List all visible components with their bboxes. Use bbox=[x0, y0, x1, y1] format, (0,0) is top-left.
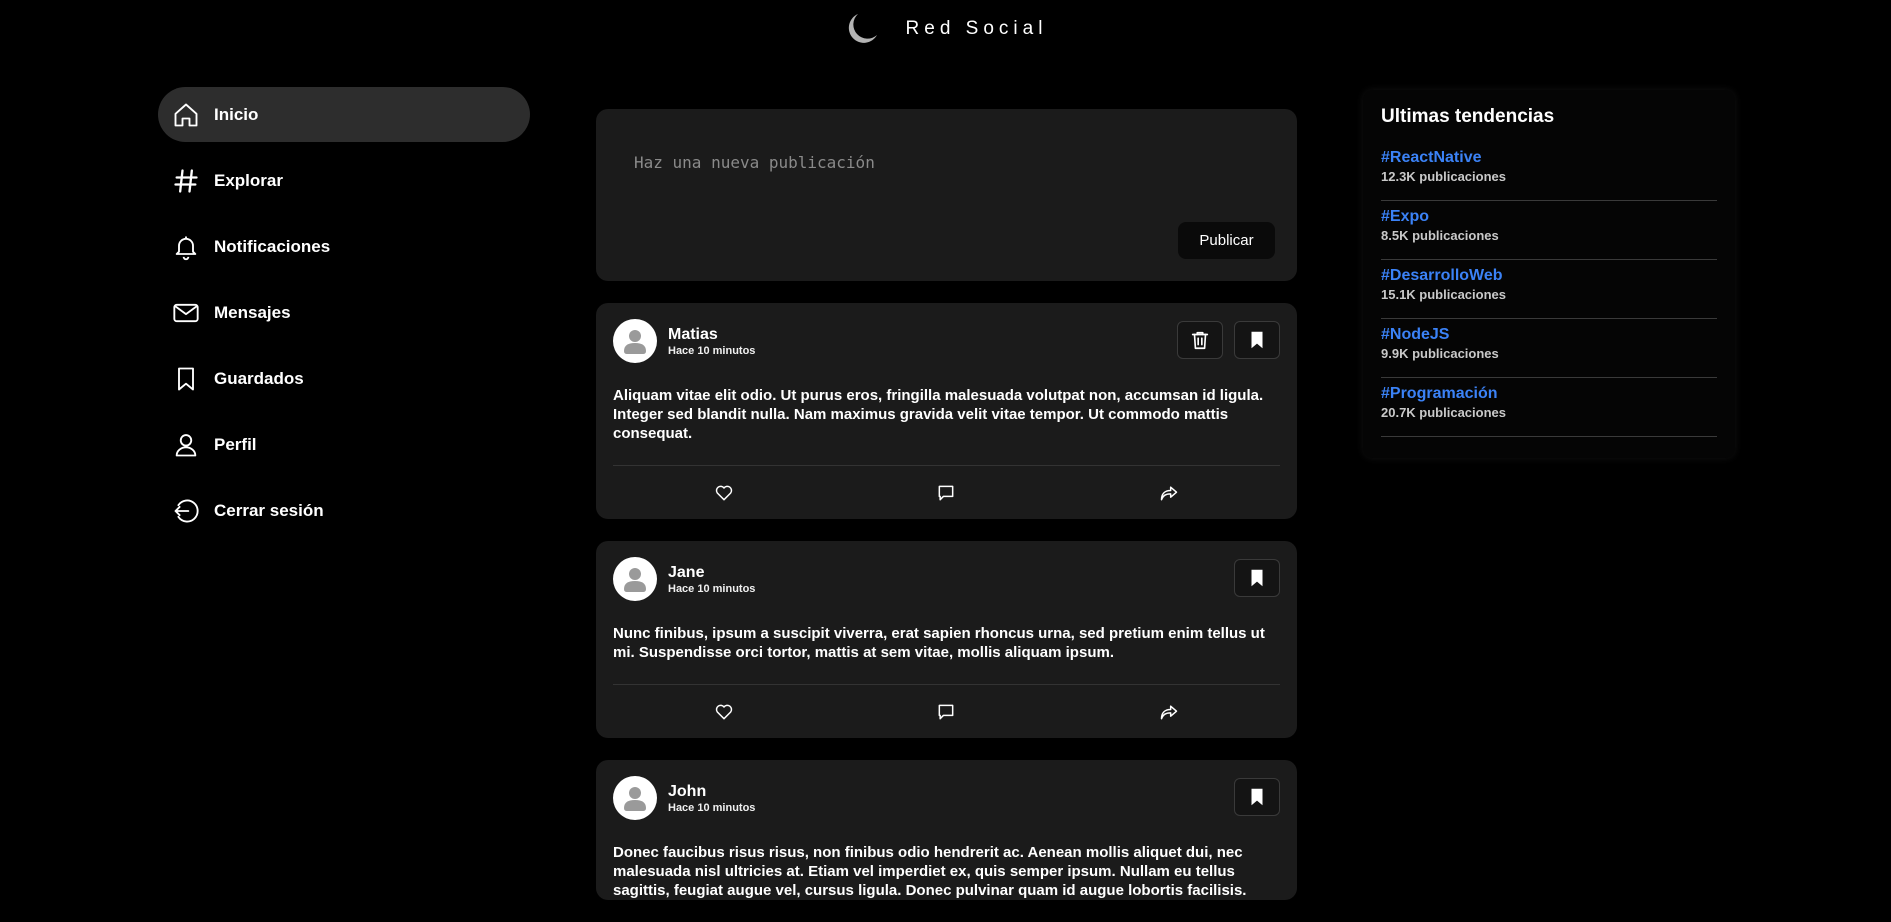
feed: Publicar Matias Hace 10 minutos Aliquam … bbox=[596, 109, 1297, 922]
trend-item[interactable]: #NodeJS 9.9K publicaciones bbox=[1381, 319, 1717, 378]
sidebar-item-label: Cerrar sesión bbox=[214, 500, 324, 520]
sidebar-item-cerrar-sesion[interactable]: Cerrar sesión bbox=[158, 483, 530, 538]
trend-item[interactable]: #Expo 8.5K publicaciones bbox=[1381, 201, 1717, 260]
post-timestamp: Hace 10 minutos bbox=[668, 344, 756, 357]
mail-icon bbox=[172, 299, 200, 327]
trend-tag[interactable]: #NodeJS bbox=[1381, 324, 1717, 345]
post-text: Donec faucibus risus risus, non finibus … bbox=[613, 844, 1247, 899]
post-header: Jane Hace 10 minutos bbox=[613, 557, 1280, 601]
trend-item[interactable]: #Programación 20.7K publicaciones bbox=[1381, 378, 1717, 437]
trends-title: Ultimas tendencias bbox=[1381, 106, 1555, 127]
post-footer bbox=[613, 465, 1280, 519]
sidebar-item-label: Explorar bbox=[214, 170, 283, 190]
bell-icon bbox=[172, 233, 200, 261]
comment-button[interactable] bbox=[926, 692, 966, 732]
moon-icon bbox=[848, 14, 877, 43]
sidebar-item-label: Notificaciones bbox=[214, 236, 331, 256]
comment-button[interactable] bbox=[926, 473, 966, 513]
post-top-actions bbox=[1234, 559, 1280, 597]
save-post-button[interactable] bbox=[1234, 321, 1280, 359]
avatar[interactable] bbox=[613, 319, 657, 363]
home-icon bbox=[172, 101, 200, 129]
trend-count: 8.5K publicaciones bbox=[1381, 228, 1499, 243]
like-button[interactable] bbox=[704, 473, 744, 513]
sidebar-item-guardados[interactable]: Guardados bbox=[158, 351, 530, 406]
delete-post-button[interactable] bbox=[1177, 321, 1223, 359]
sidebar-item-inicio[interactable]: Inicio bbox=[158, 87, 530, 142]
app-title: Red Social bbox=[905, 18, 1048, 39]
trend-item[interactable]: #DesarrolloWeb 15.1K publicaciones bbox=[1381, 260, 1717, 319]
save-post-button[interactable] bbox=[1234, 778, 1280, 816]
post-footer bbox=[613, 684, 1280, 738]
sidebar-item-explorar[interactable]: Explorar bbox=[158, 153, 530, 208]
avatar[interactable] bbox=[613, 776, 657, 820]
post-text: Nunc finibus, ipsum a suscipit viverra, … bbox=[613, 625, 1265, 661]
heart-icon bbox=[715, 704, 733, 719]
post-card: Matias Hace 10 minutos Aliquam vitae eli… bbox=[596, 303, 1297, 519]
user-icon bbox=[172, 431, 200, 459]
hashtag-icon bbox=[172, 167, 200, 195]
post-header: John Hace 10 minutos bbox=[613, 776, 1280, 820]
share-icon bbox=[1160, 704, 1178, 719]
logout-icon bbox=[172, 497, 200, 525]
sidebar-item-label: Guardados bbox=[214, 368, 304, 388]
trend-item[interactable]: #ReactNative 12.3K publicaciones bbox=[1381, 142, 1717, 201]
brand: Red Social bbox=[844, 11, 1048, 47]
save-post-button[interactable] bbox=[1234, 559, 1280, 597]
heart-icon bbox=[715, 485, 733, 500]
post-author[interactable]: Jane bbox=[668, 563, 755, 582]
sidebar-item-label: Inicio bbox=[214, 104, 259, 124]
post-timestamp: Hace 10 minutos bbox=[668, 801, 756, 814]
bookmark-icon bbox=[1251, 788, 1263, 806]
trend-tag[interactable]: #Programación bbox=[1381, 383, 1717, 404]
post-author-block: Jane Hace 10 minutos bbox=[668, 563, 755, 596]
trash-icon bbox=[1191, 331, 1209, 350]
post-card: John Hace 10 minutos Donec faucibus risu… bbox=[596, 760, 1297, 900]
share-icon bbox=[1160, 485, 1178, 500]
post-top-actions bbox=[1234, 778, 1280, 816]
share-button[interactable] bbox=[1149, 692, 1189, 732]
app-header: Red Social bbox=[0, 0, 1891, 60]
trend-tag[interactable]: #Expo bbox=[1381, 206, 1717, 227]
trend-count: 12.3K publicaciones bbox=[1381, 169, 1506, 184]
share-button[interactable] bbox=[1149, 473, 1189, 513]
sidebar-item-mensajes[interactable]: Mensajes bbox=[158, 285, 530, 340]
avatar[interactable] bbox=[613, 557, 657, 601]
sidebar-item-label: Mensajes bbox=[214, 302, 291, 322]
post-timestamp: Hace 10 minutos bbox=[668, 582, 756, 595]
post-author-block: John Hace 10 minutos bbox=[668, 782, 755, 815]
new-post-input[interactable] bbox=[634, 147, 1234, 177]
trend-count: 20.7K publicaciones bbox=[1381, 405, 1506, 420]
comment-icon bbox=[939, 485, 954, 500]
sidebar-item-perfil[interactable]: Perfil bbox=[158, 417, 530, 472]
post-composer: Publicar bbox=[596, 109, 1297, 281]
publish-button[interactable]: Publicar bbox=[1178, 222, 1275, 259]
bookmark-icon bbox=[1251, 331, 1263, 349]
sidebar-item-label: Perfil bbox=[214, 434, 257, 454]
post-author[interactable]: John bbox=[668, 782, 755, 801]
trend-count: 9.9K publicaciones bbox=[1381, 346, 1499, 361]
post-author[interactable]: Matias bbox=[668, 325, 755, 344]
post-text: Aliquam vitae elit odio. Ut purus eros, … bbox=[613, 387, 1264, 442]
trend-tag[interactable]: #DesarrolloWeb bbox=[1381, 265, 1717, 286]
post-card: Jane Hace 10 minutos Nunc finibus, ipsum… bbox=[596, 541, 1297, 738]
bookmark-icon bbox=[172, 365, 200, 393]
trend-tag[interactable]: #ReactNative bbox=[1381, 147, 1717, 168]
sidebar-item-notificaciones[interactable]: Notificaciones bbox=[158, 219, 530, 274]
like-button[interactable] bbox=[704, 692, 744, 732]
post-top-actions bbox=[1177, 321, 1280, 359]
comment-icon bbox=[939, 704, 954, 719]
bookmark-icon bbox=[1251, 569, 1263, 587]
trends-panel: Ultimas tendencias #ReactNative 12.3K pu… bbox=[1363, 90, 1735, 458]
sidebar-nav: Inicio Explorar Notificaciones Mensajes … bbox=[158, 87, 530, 549]
post-author-block: Matias Hace 10 minutos bbox=[668, 325, 755, 358]
trend-count: 15.1K publicaciones bbox=[1381, 287, 1506, 302]
